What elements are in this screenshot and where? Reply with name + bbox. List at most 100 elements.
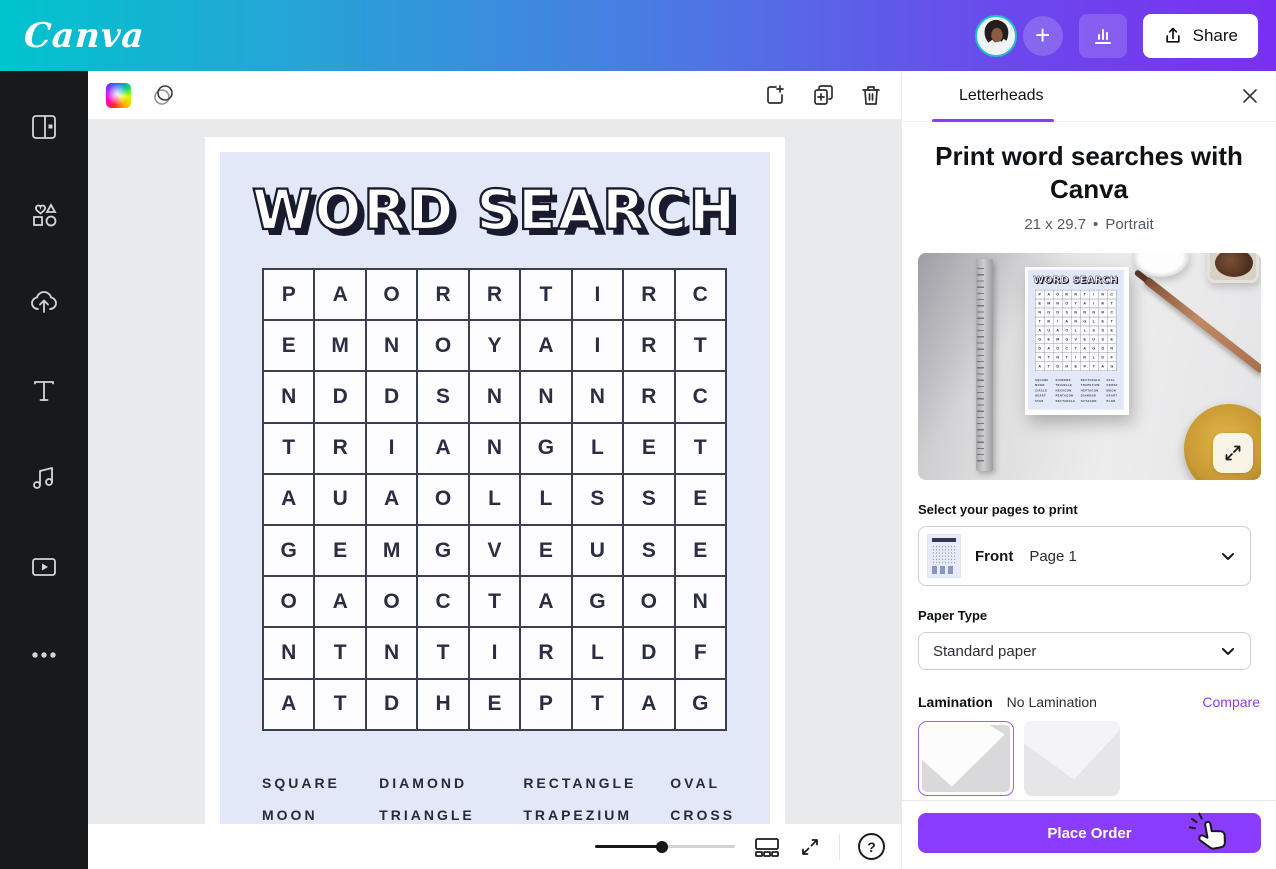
grid-row: NDDSNNNRC: [1035, 308, 1116, 317]
word-list-row: SQUAREDIAMONDRECTANGLEOVAL: [262, 767, 727, 799]
place-order-button[interactable]: Place Order: [918, 813, 1261, 853]
document-toolbar: [88, 71, 901, 120]
paper-type-value: Standard paper: [933, 643, 1036, 660]
grid-letter: E: [1080, 335, 1089, 344]
grid-letter: E: [1071, 362, 1080, 371]
grid-letter: U: [1089, 335, 1098, 344]
upload-icon: [1163, 26, 1183, 46]
compare-link[interactable]: Compare: [1202, 694, 1260, 710]
add-page-icon[interactable]: [763, 83, 787, 107]
sidebar-item-elements[interactable]: [0, 171, 88, 259]
zoom-slider[interactable]: [595, 840, 735, 854]
grid-letter: E: [1107, 335, 1116, 344]
word-list-item: HEXAGON: [1056, 389, 1081, 392]
sidebar-item-text[interactable]: [0, 347, 88, 435]
page-1-thumbnail: [927, 534, 961, 578]
grid-letter: D: [1053, 362, 1062, 371]
page-color-swatch[interactable]: [106, 83, 131, 108]
grid-row: TRIANGLET: [1035, 317, 1116, 326]
grid-letter: Y: [1071, 299, 1080, 308]
word-list-item: SQUARE: [262, 775, 379, 791]
grid-letter: S: [417, 371, 468, 422]
sidebar-item-templates[interactable]: [0, 83, 88, 171]
share-button[interactable]: Share: [1143, 14, 1258, 58]
sidebar-item-uploads[interactable]: [0, 259, 88, 347]
grid-letter: S: [623, 525, 674, 576]
overlapping-circles-icon[interactable]: [151, 82, 177, 108]
panel-title: Print word searches with Canva: [918, 140, 1260, 206]
canvas-area: WORD SEARCH PAORRTIRCEMNOYAIRTNDDSNNNRCT…: [88, 71, 901, 869]
lamination-value: No Lamination: [1007, 694, 1097, 710]
grid-letter: S: [623, 474, 674, 525]
sidebar: [0, 71, 88, 869]
avatar[interactable]: [975, 15, 1017, 57]
grid-letter: S: [572, 474, 623, 525]
grid-row: GEMGVEUSE: [1035, 335, 1116, 344]
sidebar-item-more[interactable]: [0, 611, 88, 699]
grid-letter: N: [469, 423, 520, 474]
header-actions: + Share: [975, 14, 1258, 58]
grid-letter: G: [263, 525, 314, 576]
duplicate-page-icon[interactable]: [811, 83, 835, 107]
grid-letter: T: [314, 679, 365, 730]
tab-letterheads[interactable]: Letterheads: [959, 87, 1044, 105]
sidebar-item-videos[interactable]: [0, 523, 88, 611]
grid-letter: D: [314, 371, 365, 422]
grid-letter: T: [417, 627, 468, 678]
grid-row: ATDHEPTAG: [1035, 362, 1116, 371]
insights-button[interactable]: [1079, 14, 1127, 58]
grid-letter: A: [417, 423, 468, 474]
panel-header: Letterheads: [902, 71, 1276, 122]
sidebar-item-audio[interactable]: [0, 435, 88, 523]
lamination-row: Lamination No Lamination Compare: [918, 694, 1260, 710]
grid-letter: S: [1089, 326, 1098, 335]
help-button[interactable]: ?: [858, 833, 885, 860]
delete-icon[interactable]: [859, 83, 883, 107]
top-header: Canva +: [0, 0, 1276, 71]
print-preview-image[interactable]: WORD SEARCH PAORRTIRCEMNOYAIRTNDDSNNNRCT…: [918, 253, 1261, 480]
grid-letter: E: [263, 320, 314, 371]
grid-letter: T: [314, 627, 365, 678]
canva-logo[interactable]: Canva: [23, 16, 146, 56]
grid-letter: V: [469, 525, 520, 576]
word-search-page[interactable]: WORD SEARCH PAORRTIRCEMNOYAIRTNDDSNNNRCT…: [205, 137, 785, 824]
grid-row: ATDHEPTAG: [263, 679, 726, 730]
grid-letter: A: [1080, 344, 1089, 353]
grid-letter: L: [1071, 326, 1080, 335]
expand-preview-button[interactable]: [1213, 433, 1253, 473]
word-list-item: DIAMOND: [1056, 378, 1081, 381]
paper-type-dropdown[interactable]: Standard paper: [918, 632, 1251, 670]
grid-letter: G: [417, 525, 468, 576]
word-search-title-box: WORD SEARCH: [220, 152, 770, 268]
zoom-slider-fill: [595, 845, 662, 848]
grid-letter: T: [572, 679, 623, 730]
grid-letter: L: [520, 474, 571, 525]
page-select-dropdown[interactable]: Front Page 1: [918, 526, 1251, 586]
grid-letter: O: [1053, 290, 1062, 299]
tab-active-underline: [932, 119, 1054, 122]
grid-letter: A: [1080, 299, 1089, 308]
word-list-item: OVAL: [670, 775, 727, 791]
grid-row: PAORRTIRC: [263, 269, 726, 320]
chevron-down-icon: [1220, 548, 1236, 564]
lamination-option-2[interactable]: [1024, 721, 1120, 796]
grid-letter: L: [469, 474, 520, 525]
grid-letter: V: [1071, 335, 1080, 344]
word-list-item: DIAMOND: [379, 775, 523, 791]
zoom-slider-knob[interactable]: [656, 841, 668, 853]
grid-letter: M: [1053, 335, 1062, 344]
fullscreen-button[interactable]: [799, 836, 821, 858]
word-list-item: TRAPEZIUM: [523, 807, 670, 823]
add-design-button[interactable]: +: [1023, 16, 1063, 56]
grid-letter: D: [1053, 308, 1062, 317]
pages-view-button[interactable]: [753, 835, 781, 859]
word-search-title: WORD SEARCH: [252, 178, 737, 242]
grid-letter: I: [572, 320, 623, 371]
grid-letter: I: [1089, 299, 1098, 308]
subtitle-separator: •: [1093, 216, 1098, 233]
grid-letter: U: [1044, 326, 1053, 335]
lamination-option-selected[interactable]: [918, 721, 1014, 796]
word-list-item: MOON: [1035, 384, 1056, 387]
grid-letter: N: [366, 320, 417, 371]
close-panel-button[interactable]: [1240, 86, 1260, 106]
